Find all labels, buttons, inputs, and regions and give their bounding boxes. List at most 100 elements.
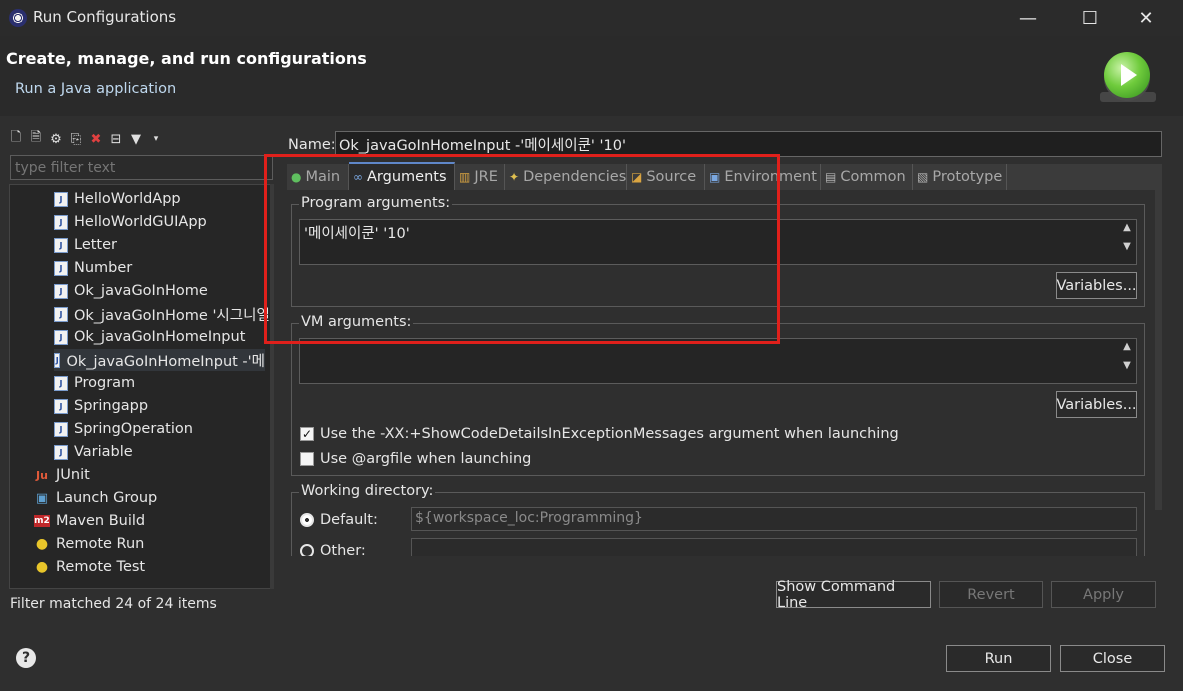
config-tree: J HelloWorldApp J HelloWorldGUIApp J Letter J N… bbox=[9, 184, 272, 589]
vm-variables-button[interactable]: Variables... bbox=[1056, 391, 1137, 418]
revert-button[interactable]: Revert bbox=[939, 581, 1043, 608]
duplicate-config-icon[interactable]: ⎘ bbox=[68, 131, 84, 147]
java-app-icon: J bbox=[54, 398, 68, 414]
java-app-icon: J bbox=[54, 329, 68, 345]
vm-arguments-group: VM arguments: ▲ ▼ Variables... ✓ Use the … bbox=[291, 314, 1145, 476]
view-menu-icon[interactable]: ▾ bbox=[148, 131, 164, 147]
tree-item[interactable]: J Ok_javaGoInHomeInput -'메 bbox=[54, 349, 265, 371]
tree-item[interactable]: ▣ Launch Group bbox=[34, 487, 157, 509]
default-dir-field: ${workspace_loc:Programming} bbox=[411, 507, 1137, 531]
apply-button[interactable]: Apply bbox=[1051, 581, 1156, 608]
minimize-button[interactable]: — bbox=[1002, 0, 1054, 36]
tree-item-label: Maven Build bbox=[56, 513, 146, 529]
tree-item-label: JUnit bbox=[56, 467, 90, 483]
vm-arguments-scroll[interactable]: ▲ ▼ bbox=[1120, 341, 1134, 371]
tree-item-label: HelloWorldApp bbox=[74, 191, 181, 207]
checkbox-checked-icon[interactable]: ✓ bbox=[300, 427, 314, 441]
java-app-icon: J bbox=[54, 237, 68, 253]
show-code-details-checkbox[interactable]: ✓ Use the -XX:+ShowCodeDetailsInExceptio… bbox=[300, 426, 899, 442]
maximize-button[interactable]: ☐ bbox=[1064, 0, 1116, 36]
prototype-tab-icon: ▧ bbox=[917, 170, 929, 184]
delete-config-icon[interactable]: ✖ bbox=[88, 131, 104, 147]
vm-arguments-input[interactable]: ▲ ▼ bbox=[299, 338, 1137, 384]
tree-item[interactable]: m2 Maven Build bbox=[34, 510, 145, 532]
tree-item[interactable]: ● Remote Run bbox=[34, 533, 144, 555]
tree-item[interactable]: J Springapp bbox=[54, 395, 148, 417]
tab-prototype[interactable]: ▧ Prototype bbox=[913, 164, 1007, 190]
tree-item[interactable]: J Number bbox=[54, 257, 132, 279]
config-toolbar: 🗋 🗎 ⚙ ⎘ ✖ ⊟ ▼ ▾ bbox=[8, 129, 164, 149]
tree-item[interactable]: J Variable bbox=[54, 441, 133, 463]
tab-common[interactable]: ▤ Common bbox=[821, 164, 913, 190]
radio-unselected-icon[interactable] bbox=[300, 544, 314, 556]
tree-item[interactable]: Ju JUnit bbox=[34, 464, 90, 486]
tree-item[interactable]: J Program bbox=[54, 372, 135, 394]
java-app-icon: J bbox=[54, 260, 68, 276]
title-bar: Run Configurations — ☐ ✕ bbox=[0, 0, 1183, 36]
java-app-icon: J bbox=[54, 283, 68, 299]
radio-selected-icon[interactable] bbox=[300, 513, 314, 527]
scroll-up-icon[interactable]: ▲ bbox=[1123, 341, 1131, 352]
pane-scrollbar[interactable] bbox=[1155, 190, 1162, 510]
close-button[interactable]: Close bbox=[1060, 645, 1165, 672]
tree-item-label: Number bbox=[74, 260, 133, 276]
tree-item-label: Remote Run bbox=[56, 536, 145, 552]
scroll-down-icon[interactable]: ▼ bbox=[1123, 241, 1131, 252]
help-icon[interactable]: ? bbox=[16, 648, 36, 668]
name-label: Name: bbox=[288, 137, 336, 153]
new-prototype-icon[interactable]: 🗎 bbox=[28, 130, 44, 147]
tree-item-label: Launch Group bbox=[56, 490, 158, 506]
java-app-icon: J bbox=[54, 444, 68, 460]
program-variables-button[interactable]: Variables... bbox=[1056, 272, 1137, 299]
close-window-button[interactable]: ✕ bbox=[1120, 0, 1172, 36]
java-app-icon: J bbox=[54, 375, 68, 391]
scroll-up-icon[interactable]: ▲ bbox=[1123, 222, 1131, 233]
tree-item-label: Ok_javaGoInHomeInput -'메 bbox=[66, 353, 265, 370]
show-command-line-button[interactable]: Show Command Line bbox=[776, 579, 931, 611]
export-config-icon[interactable]: ⚙ bbox=[48, 131, 64, 147]
default-dir-radio[interactable]: Default: bbox=[300, 512, 378, 528]
tree-item[interactable]: J SpringOperation bbox=[54, 418, 193, 440]
tree-item[interactable]: J Ok_javaGoInHomeInput bbox=[54, 326, 245, 348]
header-subtitle: Run a Java application bbox=[15, 81, 177, 97]
tree-item-label: Springapp bbox=[74, 398, 149, 414]
tree-item-label: Ok_javaGoInHome bbox=[74, 283, 208, 299]
tree-item[interactable]: J Ok_javaGoInHome '시그니얼 bbox=[54, 303, 270, 325]
tree-item-label: Remote Test bbox=[56, 559, 146, 575]
filter-input[interactable] bbox=[10, 155, 273, 180]
other-dir-radio[interactable]: Other: bbox=[300, 543, 366, 556]
junit-icon: Ju bbox=[36, 468, 48, 482]
java-app-icon: J bbox=[54, 352, 61, 368]
run-banner-icon bbox=[1104, 52, 1150, 98]
collapse-all-icon[interactable]: ⊟ bbox=[108, 131, 124, 147]
tree-item-label: HelloWorldGUIApp bbox=[74, 214, 207, 230]
eclipse-logo-icon bbox=[9, 9, 27, 27]
tree-item[interactable]: J Ok_javaGoInHome bbox=[54, 280, 208, 302]
tree-item[interactable]: J HelloWorldGUIApp bbox=[54, 211, 207, 233]
checkbox-unchecked-icon[interactable] bbox=[300, 452, 314, 466]
java-app-icon: J bbox=[54, 306, 68, 322]
tree-item[interactable]: ● Remote Test bbox=[34, 556, 145, 578]
remote-icon: ● bbox=[35, 536, 49, 552]
tree-item-label: Ok_javaGoInHome '시그니얼 bbox=[74, 307, 270, 324]
scroll-down-icon[interactable]: ▼ bbox=[1123, 360, 1131, 371]
filter-status: Filter matched 24 of 24 items bbox=[10, 596, 217, 612]
argfile-checkbox[interactable]: Use @argfile when launching bbox=[300, 451, 531, 467]
tree-item-label: Program bbox=[74, 375, 136, 391]
maven-icon: m2 bbox=[34, 515, 50, 527]
other-dir-field[interactable] bbox=[411, 538, 1137, 556]
dialog-header: Create, manage, and run configurations R… bbox=[0, 36, 1183, 116]
tree-item-label: Letter bbox=[74, 237, 117, 253]
tree-item-label: Ok_javaGoInHomeInput bbox=[74, 329, 246, 345]
tree-item-label: SpringOperation bbox=[74, 421, 193, 437]
program-arguments-scroll[interactable]: ▲ ▼ bbox=[1120, 222, 1134, 252]
remote-icon: ● bbox=[35, 559, 49, 575]
window-title: Run Configurations bbox=[33, 8, 177, 26]
working-directory-label: Working directory: bbox=[299, 483, 436, 499]
new-config-icon[interactable]: 🗋 bbox=[8, 130, 24, 147]
tree-item-label: Variable bbox=[74, 444, 133, 460]
run-button[interactable]: Run bbox=[946, 645, 1051, 672]
filter-icon[interactable]: ▼ bbox=[128, 131, 144, 147]
tree-item[interactable]: J Letter bbox=[54, 234, 117, 256]
tree-item[interactable]: J HelloWorldApp bbox=[54, 188, 181, 210]
